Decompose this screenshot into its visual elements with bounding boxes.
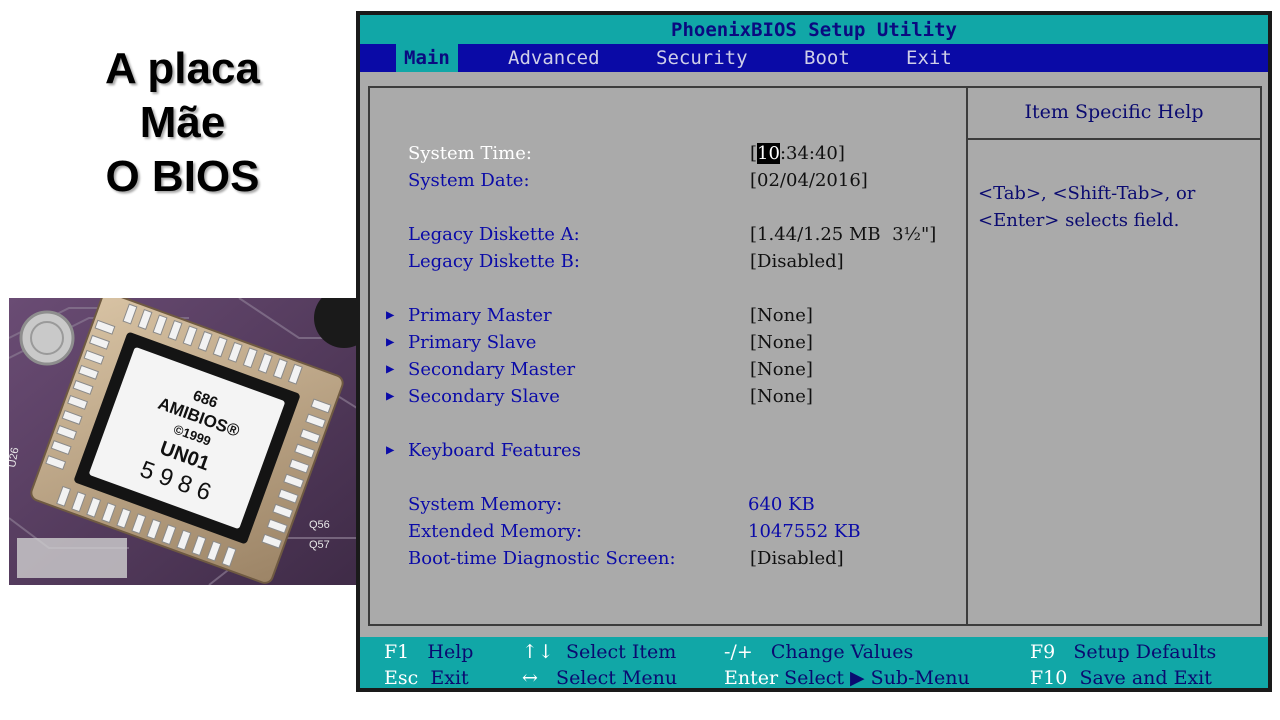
key-legend: F1 Help Esc Exit ↑↓ Select Item ↔ Select…: [360, 637, 1268, 689]
boot-diagnostic-row[interactable]: Boot-time Diagnostic Screen: [Disabled]: [370, 545, 970, 572]
extended-memory-label: Extended Memory:: [408, 521, 583, 542]
bios-chip-image: 686 AMIBIOS® ©1999 UN01 5 9 8 6 U26 Q56 …: [9, 298, 357, 585]
primary-slave-label: Primary Slave: [408, 332, 537, 353]
secondary-slave-row[interactable]: ▶ Secondary Slave [None]: [370, 383, 970, 410]
secondary-slave-value: [None]: [750, 386, 813, 407]
primary-slave-value: [None]: [750, 332, 813, 353]
submenu-hint: Enter Select ▶ Sub-Menu: [724, 667, 970, 689]
keyboard-features-row[interactable]: ▶ Keyboard Features: [370, 437, 970, 464]
tab-advanced[interactable]: Advanced: [500, 44, 608, 72]
legacy-diskette-b-value[interactable]: [Disabled]: [750, 248, 844, 275]
change-values-hint: -/+ Change Values: [724, 641, 914, 663]
esc-exit-hint: Esc Exit: [384, 667, 469, 689]
slide-title-line-1: A placa: [105, 44, 260, 93]
legacy-diskette-b-row[interactable]: Legacy Diskette B: [Disabled]: [370, 248, 970, 275]
legacy-diskette-a-value[interactable]: [1.44/1.25 MB 3½"]: [750, 221, 936, 248]
board-marking-q57: Q57: [309, 539, 330, 551]
system-time-value[interactable]: [10:34:40]: [750, 140, 845, 167]
system-time-hour-field[interactable]: 10: [757, 143, 780, 164]
system-memory-value: 640 KB: [748, 494, 815, 515]
secondary-master-label: Secondary Master: [408, 359, 576, 380]
slide-title-line-3: O BIOS: [105, 152, 260, 201]
bios-chip-photo: 686 AMIBIOS® ©1999 UN01 5 9 8 6 U26 Q56 …: [9, 298, 357, 585]
system-memory-label: System Memory:: [408, 494, 563, 515]
system-date-value[interactable]: [02/04/2016]: [750, 167, 868, 194]
tab-main[interactable]: Main: [396, 44, 458, 72]
secondary-master-row[interactable]: ▶ Secondary Master [None]: [370, 356, 970, 383]
help-panel: Item Specific Help <Tab>, <Shift-Tab>, o…: [966, 86, 1262, 626]
system-time-row[interactable]: System Time: [10:34:40]: [370, 140, 970, 167]
secondary-master-value: [None]: [750, 359, 813, 380]
tab-boot[interactable]: Boot: [796, 44, 858, 72]
bios-body: System Time: [10:34:40] System Date: [02…: [360, 72, 1268, 637]
tab-exit[interactable]: Exit: [898, 44, 960, 72]
bios-title: PhoenixBIOS Setup Utility: [360, 15, 1268, 44]
submenu-arrow-icon: ▶: [386, 361, 395, 377]
bios-menu-bar: Main Advanced Security Boot Exit: [360, 44, 1268, 72]
primary-slave-row[interactable]: ▶ Primary Slave [None]: [370, 329, 970, 356]
help-text: <Tab>, <Shift-Tab>, or <Enter> selects f…: [978, 183, 1196, 231]
help-title: Item Specific Help: [968, 88, 1260, 140]
extended-memory-value: 1047552 KB: [748, 521, 861, 542]
submenu-arrow-icon: ▶: [386, 307, 395, 323]
boot-diagnostic-label: Boot-time Diagnostic Screen:: [408, 548, 676, 569]
system-date-label: System Date:: [408, 170, 530, 191]
keyboard-features-label: Keyboard Features: [408, 440, 581, 461]
submenu-arrow-icon: ▶: [386, 442, 395, 458]
primary-master-row[interactable]: ▶ Primary Master [None]: [370, 302, 970, 329]
select-item-hint: ↑↓ Select Item: [522, 641, 677, 663]
legacy-diskette-a-label: Legacy Diskette A:: [408, 224, 580, 245]
slide-title-line-2: Mãe: [139, 98, 226, 147]
bios-screen: PhoenixBIOS Setup Utility Main Advanced …: [356, 11, 1272, 692]
select-menu-hint: ↔ Select Menu: [522, 667, 678, 689]
save-exit-hint: F10 Save and Exit: [1030, 667, 1212, 689]
slide-title: A placa Mãe O BIOS: [60, 42, 305, 204]
boot-diagnostic-value[interactable]: [Disabled]: [750, 545, 844, 572]
extended-memory-row: Extended Memory: 1047552 KB: [370, 518, 970, 545]
system-time-label: System Time:: [408, 143, 532, 164]
primary-master-value: [None]: [750, 305, 813, 326]
board-marking-q56: Q56: [309, 519, 330, 531]
primary-master-label: Primary Master: [408, 305, 552, 326]
legacy-diskette-a-row[interactable]: Legacy Diskette A: [1.44/1.25 MB 3½"]: [370, 221, 970, 248]
system-memory-row: System Memory: 640 KB: [370, 491, 970, 518]
submenu-arrow-icon: ▶: [386, 388, 395, 404]
tab-security[interactable]: Security: [648, 44, 756, 72]
setup-defaults-hint: F9 Setup Defaults: [1030, 641, 1217, 663]
secondary-slave-label: Secondary Slave: [408, 386, 560, 407]
legacy-diskette-b-label: Legacy Diskette B:: [408, 251, 580, 272]
f1-help-hint: F1 Help: [384, 641, 474, 663]
submenu-arrow-icon: ▶: [386, 334, 395, 350]
system-date-row[interactable]: System Date: [02/04/2016]: [370, 167, 970, 194]
settings-panel: System Time: [10:34:40] System Date: [02…: [368, 86, 968, 626]
